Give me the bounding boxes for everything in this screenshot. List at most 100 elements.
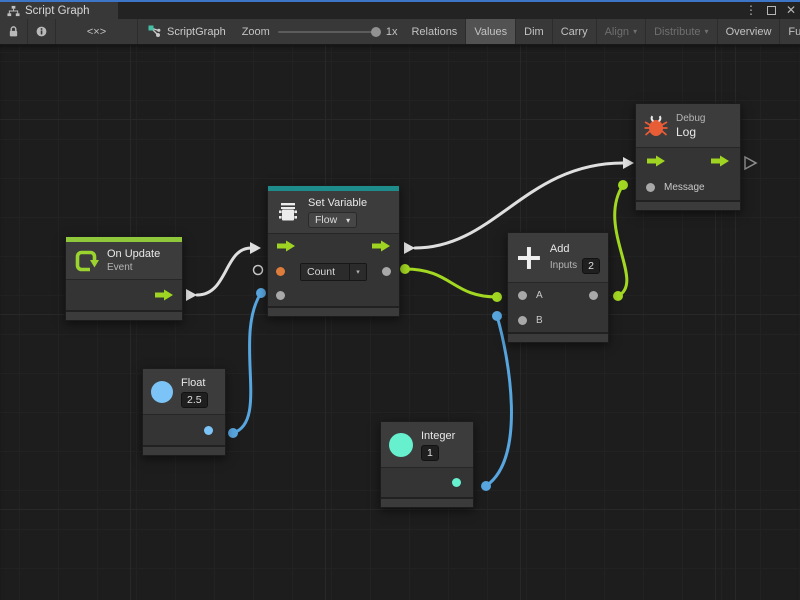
wire-flow-on-update-to-set-variable[interactable] bbox=[197, 248, 251, 295]
node-set-variable[interactable]: Set Variable Flow▾ Count ▾ bbox=[267, 185, 400, 317]
zoom-value: 1x bbox=[386, 26, 398, 38]
flow-output-port[interactable] bbox=[710, 155, 730, 167]
panel-menu-icon[interactable]: ⋮ bbox=[745, 2, 757, 19]
node-footer bbox=[381, 497, 473, 507]
caret-down-icon: ▾ bbox=[349, 264, 366, 280]
close-icon[interactable]: ✕ bbox=[786, 2, 796, 19]
breadcrumb[interactable]: ScriptGraph bbox=[138, 19, 236, 44]
flow-output-port[interactable] bbox=[371, 240, 391, 252]
info-button[interactable] bbox=[28, 19, 56, 44]
wire-value-set-variable-to-add-a-endcap bbox=[492, 292, 502, 302]
values-button[interactable]: Values bbox=[466, 19, 516, 44]
align-button[interactable]: Align▾ bbox=[597, 19, 646, 44]
bug-icon bbox=[644, 115, 668, 137]
node-title: Float bbox=[181, 376, 208, 390]
node-float[interactable]: Float 2.5 bbox=[142, 368, 226, 456]
flow-output-port[interactable] bbox=[154, 289, 174, 301]
node-title: On Update bbox=[107, 247, 160, 261]
dim-button[interactable]: Dim bbox=[516, 19, 553, 44]
overview-button[interactable]: Overview bbox=[718, 19, 781, 44]
flow-input-port[interactable] bbox=[646, 155, 666, 167]
script-graph-icon bbox=[148, 25, 161, 38]
wire-flow-on-update-to-set-variable-endcap bbox=[186, 289, 197, 301]
unconnected-flow-out-marker bbox=[745, 157, 756, 169]
caret-down-icon: ▾ bbox=[633, 27, 637, 36]
tab-title: Script Graph bbox=[25, 5, 90, 17]
wire-value-float-to-set-variable-endcap bbox=[228, 428, 238, 438]
wire-value-set-variable-to-add-a-endcap bbox=[400, 264, 410, 274]
wire-value-add-to-debug-message-endcap bbox=[618, 180, 628, 190]
distribute-button[interactable]: Distribute▾ bbox=[646, 19, 717, 44]
unconnected-value-port-marker bbox=[254, 266, 263, 275]
caret-down-icon: ▾ bbox=[705, 27, 709, 36]
node-on-update[interactable]: On Update Event bbox=[65, 236, 183, 321]
variable-kind-dropdown[interactable]: Flow▾ bbox=[308, 212, 357, 228]
plus-icon bbox=[516, 245, 542, 271]
integer-type-icon bbox=[389, 433, 413, 457]
tab-script-graph[interactable]: Script Graph bbox=[0, 2, 118, 19]
value-input-port[interactable] bbox=[276, 291, 285, 300]
node-footer bbox=[508, 332, 608, 342]
graph-hierarchy-icon bbox=[7, 5, 20, 17]
node-footer bbox=[268, 306, 399, 316]
wire-value-set-variable-to-add-a[interactable] bbox=[405, 269, 497, 297]
breadcrumb-label: ScriptGraph bbox=[167, 26, 226, 38]
wire-value-add-to-debug-message[interactable] bbox=[615, 185, 627, 296]
node-title: Add bbox=[550, 242, 600, 256]
node-footer bbox=[66, 310, 182, 320]
float-value-field[interactable]: 2.5 bbox=[181, 392, 208, 408]
zoom-control: Zoom 1x bbox=[236, 19, 404, 44]
wire-flow-set-variable-to-debug-log-endcap bbox=[404, 242, 415, 254]
integer-output-port[interactable] bbox=[452, 478, 461, 487]
variable-icon bbox=[276, 200, 300, 224]
lock-icon bbox=[8, 25, 19, 38]
zoom-label: Zoom bbox=[242, 26, 270, 38]
code-icon: <×> bbox=[87, 26, 106, 38]
node-debug-log[interactable]: Debug Log Message bbox=[635, 103, 741, 211]
message-port-label: Message bbox=[664, 182, 705, 193]
input-port-b[interactable] bbox=[518, 316, 527, 325]
fullscreen-button[interactable]: Full Screen bbox=[780, 19, 800, 44]
wire-flow-set-variable-to-debug-log-endcap bbox=[623, 157, 634, 169]
message-input-port[interactable] bbox=[646, 183, 655, 192]
node-title: Log bbox=[676, 125, 705, 139]
caret-down-icon: ▾ bbox=[346, 216, 350, 225]
value-output-port[interactable] bbox=[382, 267, 391, 276]
input-port-a[interactable] bbox=[518, 291, 527, 300]
wire-value-add-to-debug-message-endcap bbox=[613, 291, 623, 301]
wire-value-integer-to-add-b-endcap bbox=[492, 311, 502, 321]
variable-name-port[interactable] bbox=[276, 267, 285, 276]
inspect-code-button[interactable]: <×> bbox=[56, 19, 138, 44]
wire-value-float-to-set-variable[interactable] bbox=[233, 293, 261, 433]
title-bar: Script Graph ⋮ ✕ bbox=[0, 0, 800, 19]
node-title: Integer bbox=[421, 429, 455, 443]
focus-highlight-line bbox=[0, 0, 800, 2]
node-category: Debug bbox=[676, 112, 705, 125]
lock-button[interactable] bbox=[0, 19, 28, 44]
node-add[interactable]: Add Inputs 2 A B bbox=[507, 232, 609, 343]
sum-output-port[interactable] bbox=[589, 291, 598, 300]
node-integer[interactable]: Integer 1 bbox=[380, 421, 474, 508]
port-a-label: A bbox=[536, 290, 543, 301]
carry-button[interactable]: Carry bbox=[553, 19, 597, 44]
node-footer bbox=[636, 200, 740, 210]
maximize-icon[interactable] bbox=[767, 6, 776, 15]
port-b-label: B bbox=[536, 315, 543, 326]
zoom-slider-handle[interactable] bbox=[371, 27, 381, 37]
flow-input-port[interactable] bbox=[276, 240, 296, 252]
graph-toolbar: <×> ScriptGraph Zoom 1x Relations Values… bbox=[0, 19, 800, 45]
graph-canvas[interactable]: On Update Event bbox=[0, 45, 800, 600]
node-title: Set Variable bbox=[308, 196, 367, 210]
relations-button[interactable]: Relations bbox=[403, 19, 466, 44]
variable-name-dropdown[interactable]: Count ▾ bbox=[300, 263, 367, 281]
info-icon bbox=[36, 25, 47, 38]
node-footer bbox=[143, 445, 225, 455]
wire-value-integer-to-add-b-endcap bbox=[481, 481, 491, 491]
variable-name-value: Count bbox=[301, 264, 349, 280]
integer-value-field[interactable]: 1 bbox=[421, 445, 439, 461]
float-type-icon bbox=[151, 381, 173, 403]
inputs-label: Inputs bbox=[550, 259, 577, 272]
zoom-slider[interactable] bbox=[278, 31, 378, 33]
inputs-count-field[interactable]: 2 bbox=[582, 258, 600, 274]
float-output-port[interactable] bbox=[204, 426, 213, 435]
